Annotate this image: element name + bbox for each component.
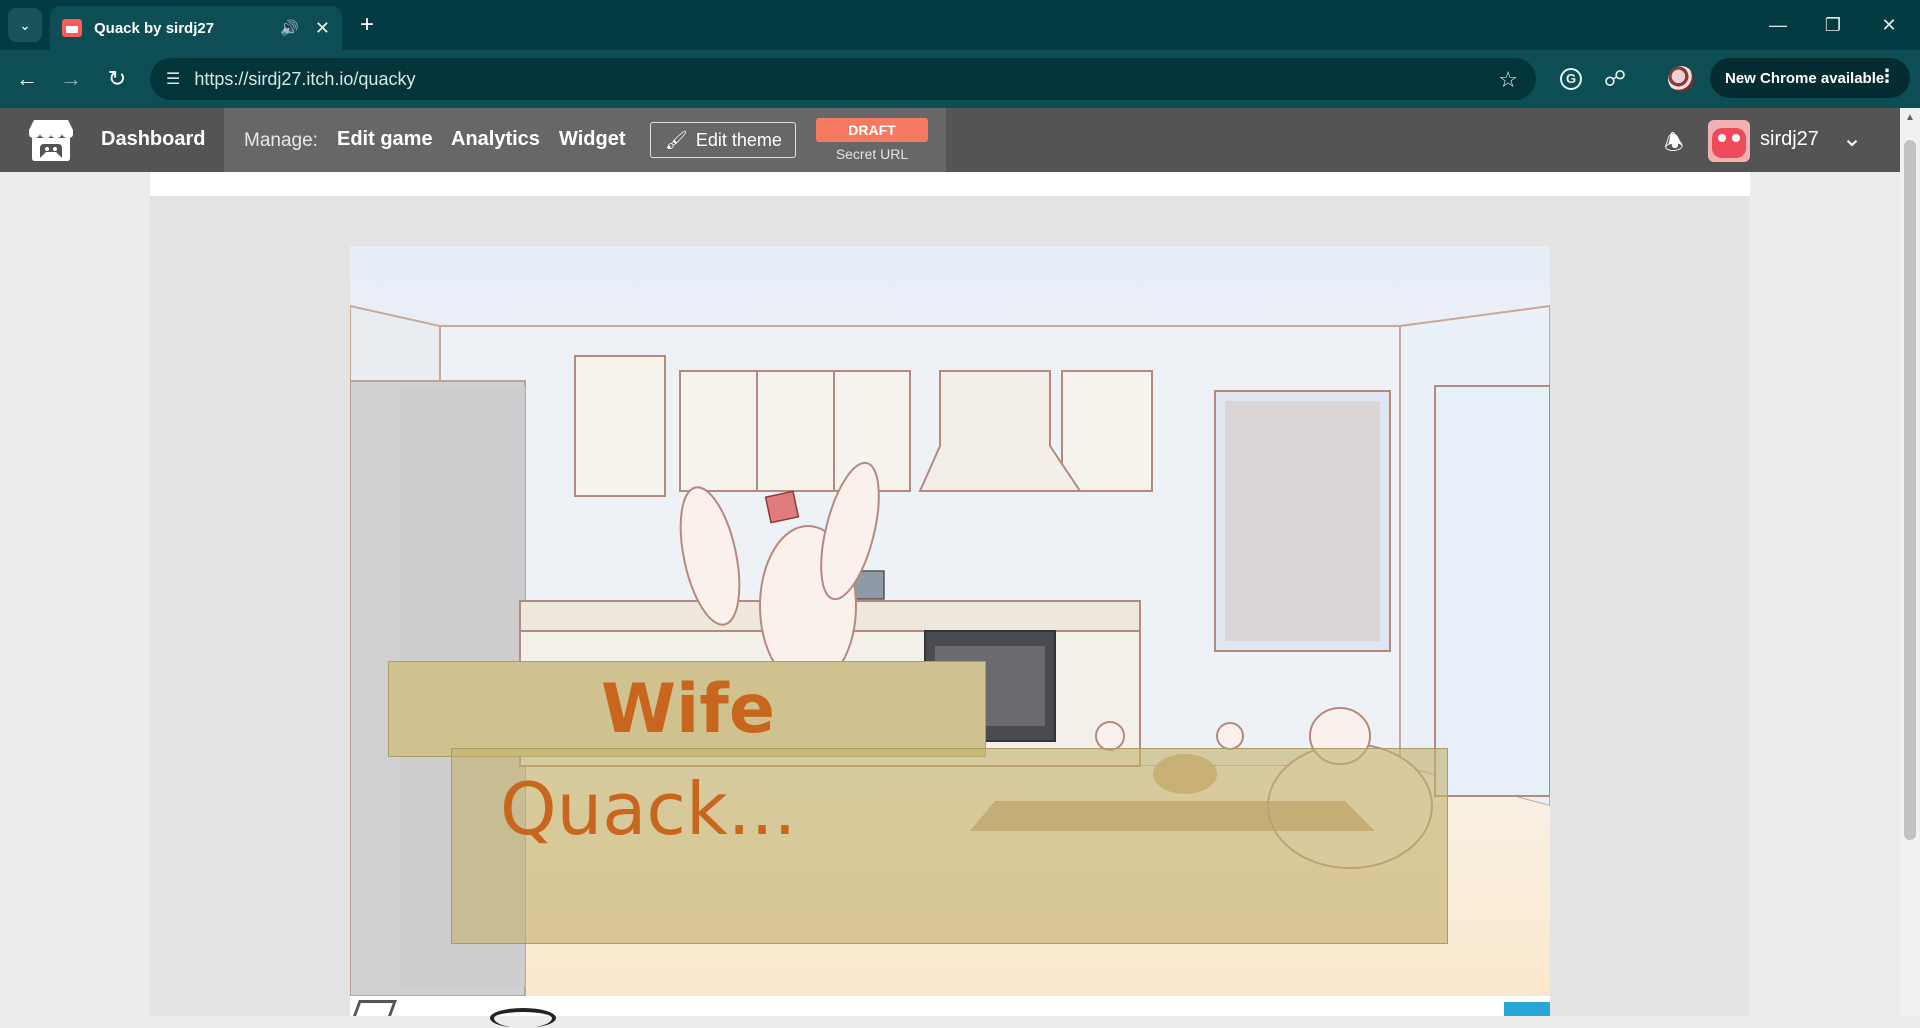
user-avatar[interactable] xyxy=(1708,120,1750,162)
bookmark-star-icon[interactable]: ☆ xyxy=(1498,67,1518,93)
browser-tab[interactable]: Quack by sirdj27 🔊 ✕ xyxy=(50,6,342,50)
dialog-box[interactable]: Quack... xyxy=(451,748,1448,944)
profile-avatar-icon[interactable] xyxy=(1668,66,1694,92)
draft-badge: DRAFT xyxy=(816,118,928,142)
edit-game-link[interactable]: Edit game xyxy=(337,128,433,151)
site-info-icon[interactable]: ☰ xyxy=(166,69,180,89)
scroll-up-icon[interactable]: ▲ xyxy=(1905,112,1915,123)
back-icon[interactable]: ← xyxy=(12,64,42,94)
grammarly-extension-icon[interactable]: G xyxy=(1556,64,1586,94)
new-tab-button[interactable]: + xyxy=(352,10,382,40)
chevron-down-icon[interactable]: ⌄ xyxy=(1842,124,1862,153)
manage-label: Manage: xyxy=(244,130,318,151)
speaker-name-box: Wife xyxy=(388,661,986,757)
game-footer-bar xyxy=(350,996,1550,1028)
speaker-icon[interactable]: 🔊 xyxy=(280,19,299,37)
browser-tab-bar: ⌄ Quack by sirdj27 🔊 ✕ + — ❐ ✕ xyxy=(0,0,1920,50)
tab-close-icon[interactable]: ✕ xyxy=(315,18,330,39)
update-button-label: New Chrome available xyxy=(1725,69,1885,87)
brush-icon: 🖌 xyxy=(665,129,688,150)
url-text[interactable]: https://sirdj27.itch.io/quacky xyxy=(194,69,415,90)
analytics-link[interactable]: Analytics xyxy=(451,128,540,151)
window-close-icon[interactable]: ✕ xyxy=(1866,10,1912,40)
minimize-icon[interactable]: — xyxy=(1755,10,1801,40)
tab-title: Quack by sirdj27 xyxy=(94,19,215,37)
webgl-logo-icon xyxy=(490,1008,556,1028)
speaker-name: Wife xyxy=(600,670,776,749)
itch-logo-icon[interactable] xyxy=(28,118,74,162)
dashboard-link[interactable]: Dashboard xyxy=(101,128,205,151)
itch-favicon-icon xyxy=(62,19,82,37)
restore-icon[interactable]: ❐ xyxy=(1810,10,1856,40)
page-top-strip xyxy=(150,172,1750,196)
forward-icon[interactable]: → xyxy=(56,64,86,94)
unity-logo-icon xyxy=(353,1000,397,1016)
widget-link[interactable]: Widget xyxy=(559,128,625,151)
browser-toolbar: ← → ↻ ☰ https://sirdj27.itch.io/quacky ☆… xyxy=(0,50,1920,108)
edit-theme-button[interactable]: 🖌 Edit theme xyxy=(650,122,796,158)
manage-bar: Manage: Edit game Analytics Widget 🖌 Edi… xyxy=(224,108,946,172)
page-scrollbar[interactable]: ▲ xyxy=(1900,108,1920,1016)
menu-dots-icon: ⋮ xyxy=(1878,66,1896,86)
reload-icon[interactable]: ↻ xyxy=(102,64,132,94)
chrome-update-button[interactable]: New Chrome available ⋮ xyxy=(1710,58,1910,98)
address-bar[interactable]: ☰ https://sirdj27.itch.io/quacky ☆ xyxy=(150,58,1536,100)
game-canvas[interactable]: Wife Quack... xyxy=(350,246,1550,996)
extensions-puzzle-icon[interactable]: ☍ xyxy=(1600,64,1630,94)
scrollbar-thumb[interactable] xyxy=(1904,140,1916,840)
secret-url-link[interactable]: Secret URL xyxy=(816,146,928,162)
dialog-text: Quack... xyxy=(500,767,797,851)
username[interactable]: sirdj27 xyxy=(1760,128,1819,151)
tab-search-chevron-icon[interactable]: ⌄ xyxy=(8,8,42,42)
itch-header: Dashboard Manage: Edit game Analytics Wi… xyxy=(0,108,1920,172)
notifications-bell-icon[interactable]: 🕭 xyxy=(1664,126,1690,155)
edit-theme-label: Edit theme xyxy=(695,129,782,150)
fullscreen-button[interactable] xyxy=(1504,1002,1550,1016)
